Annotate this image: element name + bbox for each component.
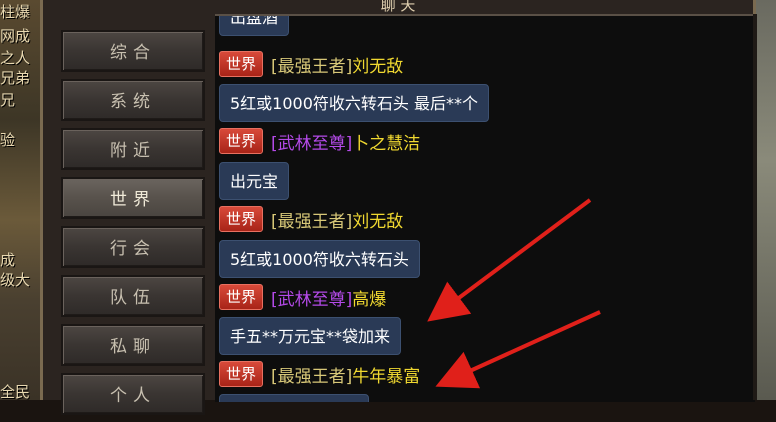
- chat-bubble: 出盘酒: [219, 16, 290, 36]
- tab-world[interactable]: 世界: [61, 177, 205, 219]
- chat-bubble: 出元宝: [219, 162, 290, 200]
- background-text: 验: [0, 131, 16, 149]
- chat-bubble: 手五**万元宝**袋加来: [219, 317, 402, 355]
- chat-message-header: 世界 [武林至尊] 卜之慧洁: [219, 127, 420, 155]
- player-title: [武林至尊]: [271, 289, 353, 310]
- background-text: 成: [0, 251, 16, 269]
- background-text: 级大: [0, 271, 31, 289]
- player-name[interactable]: 卜之慧洁: [352, 129, 420, 154]
- chat-log[interactable]: 出盘酒 世界 [最强王者] 刘无敌 5红或1000符收六转石头 最后**个 世界 …: [215, 14, 755, 402]
- player-name[interactable]: 高爆: [352, 285, 386, 310]
- tab-general[interactable]: 综合: [61, 30, 205, 72]
- chat-bubble: 5红或1000符收六转石头 最后**个: [219, 84, 489, 122]
- tab-team[interactable]: 队伍: [61, 275, 205, 317]
- background-text: 兄: [0, 91, 16, 109]
- background-text: 之人: [0, 49, 31, 67]
- background-text: 全民: [0, 383, 31, 401]
- chat-message-header: 世界 [最强王者] 刘无敌: [219, 50, 403, 78]
- chat-message-header: 世界 [最强王者] 牛年暴富: [219, 360, 420, 388]
- chat-bubble: [219, 394, 369, 402]
- chat-window: 聊 天 综合 系统 附近 世界 行会 队伍 私聊 个人 出盘酒 世界 [最强王者…: [40, 0, 757, 415]
- channel-badge: 世界: [219, 51, 264, 77]
- game-background-left: 柱爆 网成 之人 兄弟 兄 验 成 级大 全民: [0, 0, 44, 401]
- channel-badge: 世界: [219, 128, 264, 154]
- player-title: [武林至尊]: [271, 133, 353, 154]
- background-text: 柱爆: [0, 3, 31, 21]
- player-name[interactable]: 刘无敌: [352, 207, 403, 232]
- chat-bubble: 5红或1000符收六转石头: [219, 240, 420, 278]
- channel-badge: 世界: [219, 361, 264, 387]
- tab-personal[interactable]: 个人: [61, 373, 205, 415]
- background-text: 网成: [0, 27, 31, 45]
- channel-badge: 世界: [219, 206, 264, 232]
- chat-message-header: 世界 [最强王者] 刘无敌: [219, 205, 403, 233]
- chat-message-header: 世界 [武林至尊] 高爆: [219, 283, 386, 311]
- player-title: [最强王者]: [271, 366, 353, 387]
- player-name[interactable]: 牛年暴富: [352, 362, 420, 387]
- tab-private[interactable]: 私聊: [61, 324, 205, 366]
- tab-guild[interactable]: 行会: [61, 226, 205, 268]
- player-name[interactable]: 刘无敌: [352, 52, 403, 77]
- tab-system[interactable]: 系统: [61, 79, 205, 121]
- channel-tabs: 综合 系统 附近 世界 行会 队伍 私聊 个人: [61, 30, 207, 422]
- channel-badge: 世界: [219, 284, 264, 310]
- tab-nearby[interactable]: 附近: [61, 128, 205, 170]
- chat-scrollbar[interactable]: [753, 14, 757, 400]
- player-title: [最强王者]: [271, 211, 353, 232]
- game-background-right: [754, 0, 776, 400]
- background-text: 兄弟: [0, 69, 31, 87]
- player-title: [最强王者]: [271, 56, 353, 77]
